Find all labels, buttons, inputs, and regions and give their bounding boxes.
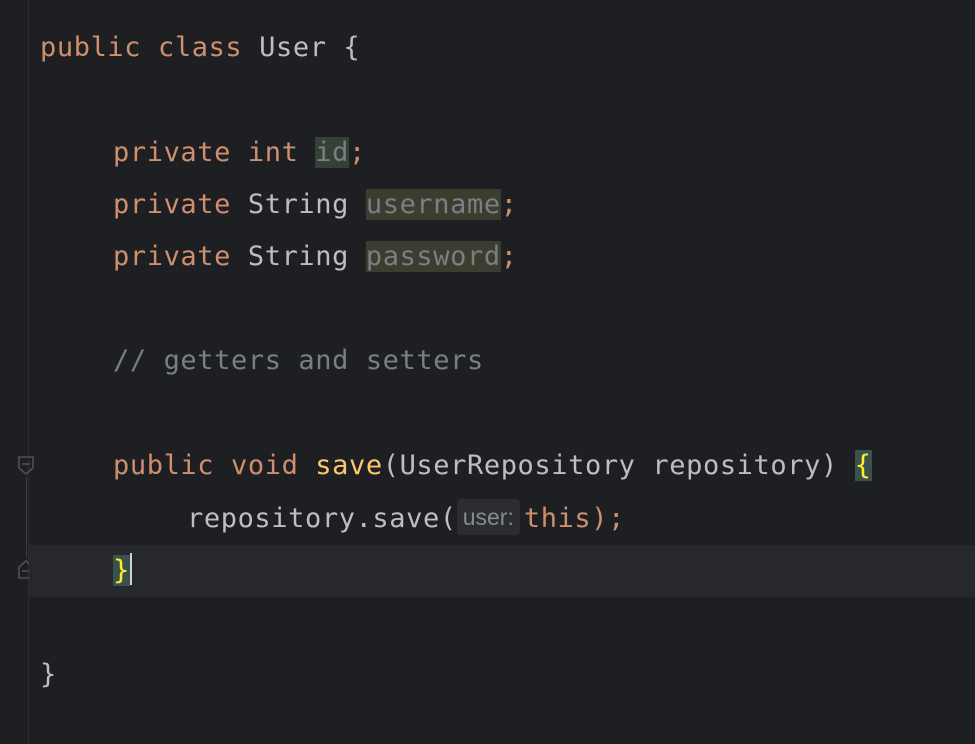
open-paren: ( xyxy=(382,450,400,481)
class-close-brace: } xyxy=(40,659,57,690)
code-line-9[interactable]: } xyxy=(40,649,57,701)
current-line-highlight xyxy=(29,545,975,597)
method-name-save: save xyxy=(315,450,383,481)
editor-gutter xyxy=(0,0,29,744)
code-line-4[interactable]: private String password; xyxy=(113,231,518,283)
param-type: UserRepository xyxy=(399,450,636,481)
parameter-hint: user: xyxy=(456,499,520,535)
method-call-save: .save( xyxy=(355,503,457,534)
param-name: repository xyxy=(652,450,821,481)
code-line-7[interactable]: repository.save(user: this); xyxy=(187,493,625,545)
keyword-public: public xyxy=(113,450,215,481)
code-line-3[interactable]: private String username; xyxy=(113,179,518,231)
field-password: password xyxy=(365,241,501,272)
keyword-private: private xyxy=(113,189,231,220)
type-string: String xyxy=(247,241,349,272)
semicolon: ; xyxy=(500,241,518,272)
semicolon: ; xyxy=(349,137,366,168)
comment: // getters and setters xyxy=(113,345,484,376)
type-int: int xyxy=(247,137,299,168)
code-editor[interactable]: public class User { private int id; priv… xyxy=(0,0,975,744)
code-line-2[interactable]: private int id; xyxy=(113,127,366,179)
field-id: id xyxy=(315,137,350,168)
type-string: String xyxy=(247,189,349,220)
fold-guide xyxy=(26,477,27,558)
keyword-class: class xyxy=(158,32,243,63)
code-line-6[interactable]: public void save(UserRepository reposito… xyxy=(113,440,872,492)
keyword-this: this xyxy=(523,503,592,534)
code-line-5[interactable]: // getters and setters xyxy=(113,335,484,387)
method-open-brace: { xyxy=(854,450,872,481)
keyword-public: public xyxy=(40,32,142,63)
class-open-brace: { xyxy=(343,32,361,63)
call-close: ); xyxy=(591,503,625,534)
keyword-private: private xyxy=(113,241,231,272)
semicolon: ; xyxy=(500,189,518,220)
field-username: username xyxy=(365,189,501,220)
method-close-brace: } xyxy=(113,555,130,586)
class-name: User xyxy=(259,32,327,63)
code-line-8[interactable]: } xyxy=(113,545,132,597)
receiver-repository: repository xyxy=(187,503,356,534)
code-line-1[interactable]: public class User { xyxy=(40,22,360,74)
keyword-private: private xyxy=(113,137,231,168)
text-caret xyxy=(129,553,132,585)
fold-open-icon[interactable] xyxy=(16,455,36,477)
close-paren: ) xyxy=(820,450,838,481)
keyword-void: void xyxy=(231,450,299,481)
